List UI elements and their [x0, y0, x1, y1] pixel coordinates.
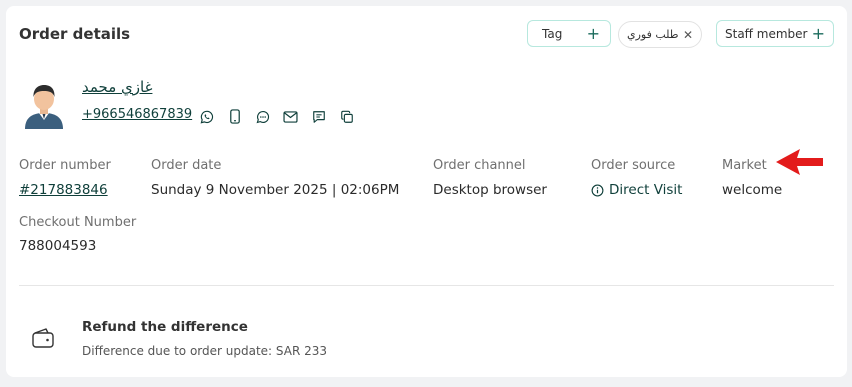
wallet-icon: [31, 327, 55, 349]
whatsapp-icon[interactable]: [198, 108, 215, 125]
market-value: welcome: [722, 182, 783, 198]
order-source-value: Direct Visit: [591, 182, 682, 198]
mail-icon[interactable]: [282, 108, 299, 125]
copy-icon[interactable]: [338, 108, 355, 125]
customer-name-link[interactable]: غازي محمد: [82, 78, 152, 96]
plus-icon: +: [811, 23, 825, 43]
plus-icon: +: [586, 23, 600, 43]
red-arrow-icon: [771, 147, 823, 177]
message-icon[interactable]: [310, 108, 327, 125]
urgent-tag-label: طلب فوري: [627, 28, 679, 41]
order-source-text: Direct Visit: [609, 182, 683, 198]
close-icon[interactable]: ✕: [683, 28, 693, 42]
order-number-label: Order number: [19, 158, 111, 173]
refund-title: Refund the difference: [82, 319, 248, 335]
page-title: Order details: [19, 25, 131, 43]
tag-label: Tag: [542, 26, 563, 41]
mobile-icon[interactable]: [226, 108, 243, 125]
chat-bubble-icon[interactable]: [254, 108, 271, 125]
assign-staff-button[interactable]: Staff member +: [716, 20, 834, 47]
order-details-card: Order details Tag + طلب فوري ✕ Staff mem…: [6, 6, 847, 377]
add-tag-button[interactable]: Tag +: [527, 20, 611, 47]
divider: [19, 285, 834, 286]
order-number-link[interactable]: #217883846: [19, 182, 108, 198]
order-channel-label: Order channel: [433, 158, 526, 173]
staff-label: Staff member: [725, 26, 808, 41]
info-icon: [591, 184, 604, 196]
checkout-number-value: 788004593: [19, 238, 97, 254]
order-source-label: Order source: [591, 158, 676, 173]
checkout-number-label: Checkout Number: [19, 215, 137, 230]
customer-phone-link[interactable]: +966546867839: [82, 107, 192, 122]
contact-actions: [198, 108, 355, 125]
urgent-tag-chip[interactable]: طلب فوري ✕: [618, 21, 702, 48]
order-channel-value: Desktop browser: [433, 182, 547, 198]
order-date-label: Order date: [151, 158, 222, 173]
market-label: Market: [722, 158, 767, 173]
avatar: [21, 83, 67, 129]
refund-description: Difference due to order update: SAR 233: [82, 344, 328, 358]
order-date-value: Sunday 9 November 2025 | 02:06PM: [151, 182, 400, 198]
